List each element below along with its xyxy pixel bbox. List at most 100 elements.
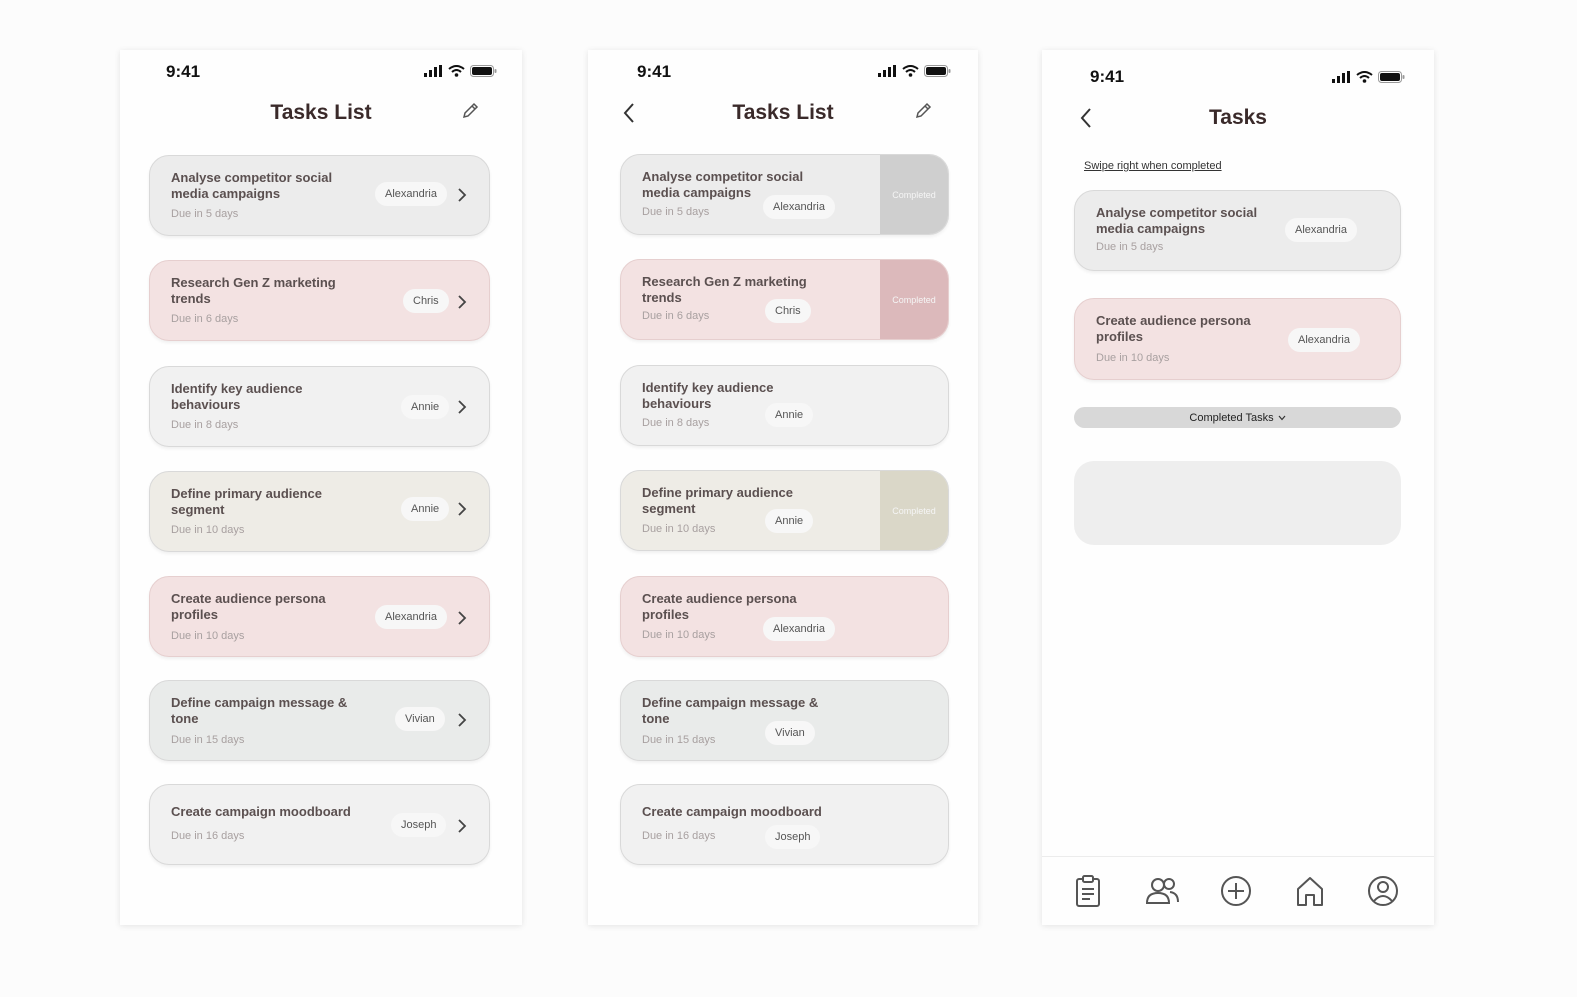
wifi-icon: [448, 65, 465, 77]
status-icons: [1332, 71, 1405, 83]
task-due: Due in 10 days: [171, 630, 245, 642]
battery-icon: [470, 65, 497, 77]
phone-screen-tasks-list: 9:41 Tasks List Analyse competitor socia…: [120, 50, 522, 925]
task-name: Analyse competitor social media campaign…: [1096, 205, 1258, 236]
task-name: Create campaign moodboard: [642, 804, 822, 819]
add-circle-icon[interactable]: [1218, 873, 1254, 909]
task-card[interactable]: Define campaign message & tone Due in 15…: [620, 680, 949, 761]
completed-tasks-toggle[interactable]: Completed Tasks: [1074, 407, 1401, 428]
signal-icon: [424, 65, 442, 77]
task-due: Due in 10 days: [642, 523, 716, 535]
page-title: Tasks: [1209, 106, 1267, 129]
task-card[interactable]: Identify key audience behaviours Due in …: [149, 366, 490, 447]
task-due: Due in 5 days: [171, 208, 239, 220]
signal-icon: [1332, 71, 1350, 83]
completed-tasks-label: Completed Tasks: [1189, 411, 1274, 424]
task-card[interactable]: Research Gen Z marketing trends Due in 6…: [149, 260, 490, 341]
assignee-badge: Alexandria: [763, 195, 835, 219]
task-due: Due in 10 days: [171, 524, 245, 536]
assignee-badge: Vivian: [765, 721, 815, 745]
people-icon[interactable]: [1144, 873, 1180, 909]
home-icon[interactable]: [1292, 873, 1328, 909]
task-card[interactable]: Create audience persona profiles Due in …: [149, 576, 490, 657]
chevron-right-icon[interactable]: [457, 610, 467, 626]
assignee-badge: Chris: [765, 299, 811, 323]
task-due: Due in 5 days: [1096, 241, 1164, 253]
status-icons: [424, 65, 497, 77]
task-name: Create campaign moodboard: [171, 804, 351, 819]
task-due: Due in 16 days: [171, 830, 245, 842]
assignee-badge: Alexandria: [375, 605, 447, 629]
task-card[interactable]: Create audience persona profiles Due in …: [1074, 298, 1401, 380]
bottom-tab-bar: [1042, 856, 1434, 925]
status-time: 9:41: [637, 62, 672, 81]
chevron-right-icon[interactable]: [457, 187, 467, 203]
battery-icon: [1378, 71, 1405, 83]
mark-completed-action[interactable]: Completed: [880, 260, 948, 339]
wifi-icon: [902, 65, 919, 77]
task-card[interactable]: Analyse competitor social media campaign…: [149, 155, 490, 236]
assignee-badge: Annie: [401, 497, 450, 521]
phone-screen-tasks: 9:41 Tasks Swipe right when completed An…: [1042, 50, 1434, 925]
assignee-badge: Alexandria: [763, 617, 835, 641]
chevron-right-icon[interactable]: [457, 712, 467, 728]
task-card[interactable]: Create campaign moodboard Due in 16 days…: [620, 784, 949, 865]
task-card[interactable]: Define primary audience segment Due in 1…: [149, 471, 490, 552]
task-due: Due in 6 days: [642, 310, 710, 322]
assignee-badge: Vivian: [395, 707, 445, 731]
phone-screen-tasks-list-swipe: 9:41 Tasks List Analyse competitor socia…: [588, 50, 978, 925]
task-name: Analyse competitor social media campaign…: [171, 170, 333, 201]
mark-completed-action[interactable]: Completed: [880, 155, 948, 234]
task-name: Create audience persona profiles: [1096, 313, 1251, 344]
task-card[interactable]: Research Gen Z marketing trends Due in 6…: [620, 259, 949, 340]
completed-tasks-placeholder: [1074, 461, 1401, 545]
assignee-badge: Joseph: [391, 813, 447, 837]
assignee-badge: Annie: [765, 509, 814, 533]
task-name: Create audience persona profiles: [171, 591, 326, 622]
assignee-badge: Alexandria: [1288, 328, 1360, 352]
wifi-icon: [1356, 71, 1373, 83]
assignee-badge: Alexandria: [375, 182, 447, 206]
profile-icon[interactable]: [1365, 873, 1401, 909]
task-due: Due in 10 days: [1096, 352, 1170, 364]
task-card[interactable]: Define campaign message & tone Due in 15…: [149, 680, 490, 761]
chevron-right-icon[interactable]: [457, 294, 467, 310]
task-name: Define primary audience segment: [171, 486, 322, 517]
status-icons: [878, 65, 951, 77]
assignee-badge: Alexandria: [1285, 218, 1357, 242]
task-card[interactable]: Create audience persona profiles Due in …: [620, 576, 949, 657]
task-card[interactable]: Analyse competitor social media campaign…: [1074, 190, 1401, 271]
status-time: 9:41: [166, 62, 201, 81]
task-due: Due in 10 days: [642, 629, 716, 641]
swipe-hint-link[interactable]: Swipe right when completed: [1084, 160, 1222, 172]
chevron-down-icon: [1278, 415, 1286, 420]
chevron-right-icon[interactable]: [457, 818, 467, 834]
edit-pencil-icon[interactable]: [461, 102, 479, 120]
assignee-badge: Joseph: [765, 825, 821, 849]
battery-icon: [924, 65, 951, 77]
task-card[interactable]: Analyse competitor social media campaign…: [620, 154, 949, 235]
edit-pencil-icon[interactable]: [914, 102, 932, 120]
task-card[interactable]: Define primary audience segment Due in 1…: [620, 470, 949, 551]
mark-completed-action[interactable]: Completed: [880, 471, 948, 550]
task-card[interactable]: Identify key audience behaviours Due in …: [620, 365, 949, 446]
task-card[interactable]: Create campaign moodboard Due in 16 days…: [149, 784, 490, 865]
task-name: Identify key audience behaviours: [171, 381, 303, 412]
task-due: Due in 6 days: [171, 313, 239, 325]
status-time: 9:41: [1090, 67, 1125, 86]
task-due: Due in 8 days: [642, 417, 710, 429]
task-due: Due in 15 days: [642, 734, 716, 746]
signal-icon: [878, 65, 896, 77]
task-due: Due in 5 days: [642, 206, 710, 218]
assignee-badge: Chris: [403, 289, 449, 313]
task-due: Due in 8 days: [171, 419, 239, 431]
task-name: Define campaign message & tone: [171, 695, 348, 726]
chevron-right-icon[interactable]: [457, 399, 467, 415]
task-name: Research Gen Z marketing trends: [171, 275, 336, 306]
task-due: Due in 15 days: [171, 734, 245, 746]
clipboard-icon[interactable]: [1070, 873, 1106, 909]
assignee-badge: Annie: [765, 403, 814, 427]
chevron-right-icon[interactable]: [457, 501, 467, 517]
assignee-badge: Annie: [401, 395, 450, 419]
task-due: Due in 16 days: [642, 830, 716, 842]
